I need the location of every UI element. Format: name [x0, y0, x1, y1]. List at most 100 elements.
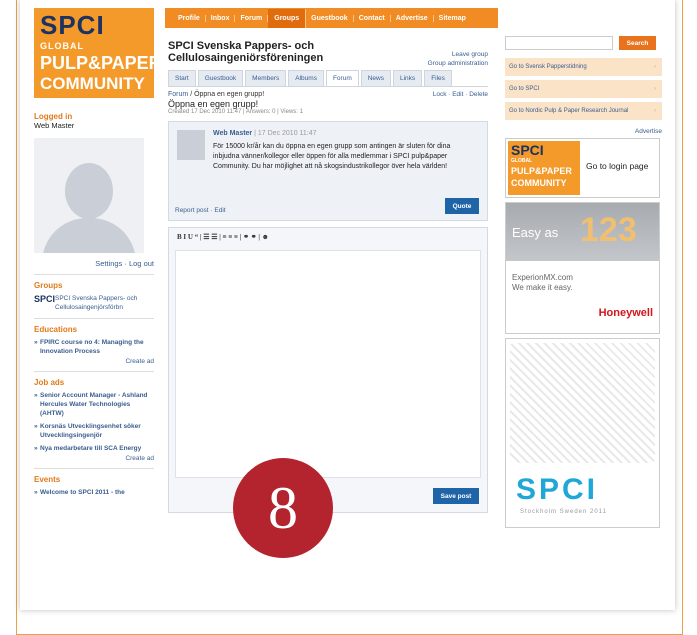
- nav-advertise[interactable]: Advertise: [391, 14, 434, 22]
- group-title: SPCI Svenska Pappers- och Cellulosaingen…: [168, 40, 324, 64]
- nav-forum[interactable]: Forum: [235, 14, 269, 22]
- breadcrumb-current: / Öppna en egen grupp!: [190, 91, 265, 98]
- tab-members[interactable]: Members: [245, 70, 287, 86]
- editor-toolbar[interactable]: B I U “ | ☰ ☰ | ≡ ≡ ≡ | ⚭ ⚭ | ☻: [169, 228, 487, 246]
- nav-sitemap[interactable]: Sitemap: [434, 15, 471, 22]
- divider: [34, 468, 154, 469]
- ad-url-line1: ExperionMX.com: [512, 273, 573, 282]
- ad-easy-as: Easy as: [512, 225, 559, 240]
- link-spci[interactable]: Go to SPCI: [505, 80, 662, 98]
- user-name: Web Master: [34, 121, 75, 130]
- report-edit-links[interactable]: Report post · Edit: [175, 207, 226, 214]
- left-column: SPCI GLOBAL PULP&PAPER COMMUNITY Logged …: [34, 8, 162, 497]
- right-sidebar: Search Go to Svensk Papperstidning Go to…: [505, 36, 662, 528]
- number-badge: 8: [233, 458, 333, 558]
- groups-heading: Groups: [34, 281, 63, 290]
- ad-logo-community: COMMUNITY: [511, 178, 567, 188]
- post-date: | 17 Dec 2010 11:47: [254, 130, 317, 137]
- nav-inbox[interactable]: Inbox: [206, 14, 236, 22]
- divider: [34, 274, 154, 275]
- avatar-body: [42, 218, 136, 253]
- tab-start[interactable]: Start: [168, 70, 196, 86]
- top-nav: Profile Inbox Forum Groups Guestbook Con…: [165, 8, 498, 28]
- event-item[interactable]: Welcome to SPCI 2011 - the: [34, 488, 154, 497]
- post-author: Web Master | 17 Dec 2010 11:47: [213, 130, 317, 137]
- ad-login-text: Go to login page: [586, 161, 649, 171]
- tab-guestbook[interactable]: Guestbook: [197, 70, 244, 86]
- ad-123: 123: [580, 211, 637, 249]
- account-links: Settings · Log out: [95, 259, 154, 268]
- ad-url-line2: We make it easy.: [512, 283, 573, 292]
- post-body: För 15000 kr/år kan du öppna en egen gru…: [213, 143, 451, 170]
- tab-links[interactable]: Links: [393, 70, 423, 86]
- logged-in-heading: Logged in: [34, 112, 73, 121]
- tab-forum[interactable]: Forum: [325, 70, 359, 86]
- breadcrumb: Forum / Öppna en egen grupp! Lock · Edit…: [168, 91, 488, 98]
- ad-spci-logo: SPCI GLOBAL PULP&PAPER COMMUNITY: [508, 141, 580, 195]
- group-admin-link[interactable]: Group administration: [428, 59, 488, 68]
- logo-global: GLOBAL: [40, 41, 84, 51]
- job-item[interactable]: Senior Account Manager - Ashland Hercule…: [34, 391, 154, 418]
- save-post-button[interactable]: Save post: [433, 488, 479, 504]
- education-item[interactable]: FPIRC course no 4: Managing the Innovati…: [34, 338, 154, 356]
- job-item[interactable]: Korsnäs Utvecklingsenhet söker Utvecklin…: [34, 422, 154, 440]
- ad-honeywell-brand: Honeywell: [598, 307, 653, 319]
- create-ad-link[interactable]: Create ad: [34, 455, 154, 462]
- ad-illustration: [510, 343, 655, 463]
- tab-albums[interactable]: Albums: [288, 70, 324, 86]
- create-ad-link[interactable]: Create ad: [34, 358, 154, 365]
- ad-spci-brand: SPCI: [516, 473, 599, 506]
- thread-meta: Created 17 Dec 2010 11:47 | Answers: 0 |…: [168, 109, 303, 115]
- search-button[interactable]: Search: [619, 36, 656, 50]
- ad-logo-pulp-paper: PULP&PAPER: [511, 166, 572, 176]
- author-name[interactable]: Web Master: [213, 130, 252, 137]
- advertise-link[interactable]: Advertise: [505, 128, 662, 135]
- link-nordic-journal[interactable]: Go to Nordic Pulp & Paper Research Journ…: [505, 102, 662, 120]
- nav-contact[interactable]: Contact: [354, 14, 391, 22]
- main-content: SPCI Svenska Pappers- och Cellulosaingen…: [168, 40, 488, 513]
- avatar-head: [65, 163, 113, 219]
- events-heading: Events: [34, 475, 61, 484]
- nav-groups[interactable]: Groups: [268, 8, 307, 28]
- ad-honeywell[interactable]: Easy as 123 ExperionMX.com We make it ea…: [505, 202, 660, 334]
- ad-location: Stockholm Sweden 2011: [520, 509, 607, 515]
- educations-heading: Educations: [34, 325, 78, 334]
- group-logo: SPCI: [34, 294, 56, 304]
- breadcrumb-forum[interactable]: Forum: [168, 91, 188, 98]
- quote-button[interactable]: Quote: [445, 198, 479, 214]
- ad-spci-2011[interactable]: SPCI Stockholm Sweden 2011: [505, 338, 660, 528]
- avatar: [34, 138, 144, 253]
- nav-guestbook[interactable]: Guestbook: [306, 14, 354, 22]
- reply-textarea[interactable]: [175, 250, 481, 478]
- link-svensk-papperstidning[interactable]: Go to Svensk Papperstidning: [505, 58, 662, 76]
- group-name: SPCI Svenska Pappers- och Cellulosaingen…: [55, 295, 138, 311]
- thread-actions[interactable]: Lock · Edit · Delete: [433, 91, 488, 98]
- ad-url: ExperionMX.com We make it easy.: [512, 273, 573, 293]
- leave-group-link[interactable]: Leave group: [428, 50, 488, 59]
- forum-post: Web Master | 17 Dec 2010 11:47 För 15000…: [168, 121, 488, 221]
- ad-login-banner[interactable]: SPCI GLOBAL PULP&PAPER COMMUNITY Go to l…: [505, 138, 660, 198]
- divider: [34, 318, 154, 319]
- ad-logo-global: GLOBAL: [511, 158, 533, 164]
- logo-pulp-paper: PULP&PAPER: [40, 53, 162, 73]
- tab-news[interactable]: News: [360, 70, 391, 86]
- divider: [34, 371, 154, 372]
- spci-logo[interactable]: SPCI GLOBAL PULP&PAPER COMMUNITY: [34, 8, 162, 98]
- tab-files[interactable]: Files: [424, 70, 452, 86]
- logo-spci: SPCI: [40, 10, 105, 40]
- nav-profile[interactable]: Profile: [173, 14, 206, 22]
- thread-title: Öppna en egen grupp!: [168, 99, 259, 109]
- logo-community: COMMUNITY: [40, 74, 145, 93]
- reply-editor: B I U “ | ☰ ☰ | ≡ ≡ ≡ | ⚭ ⚭ | ☻ Save pos…: [168, 227, 488, 513]
- settings-link[interactable]: Settings: [95, 259, 122, 268]
- search-row: Search: [505, 36, 662, 50]
- ad-logo-spci: SPCI: [511, 142, 544, 158]
- group-item[interactable]: SPCI SPCI Svenska Pappers- och Cellulosa…: [34, 294, 154, 312]
- logout-link[interactable]: Log out: [129, 259, 154, 268]
- group-actions: Leave group Group administration: [428, 50, 488, 68]
- post-avatar: [177, 130, 205, 160]
- job-ads-heading: Job ads: [34, 378, 65, 387]
- job-item[interactable]: Nya medarbetare till SCA Energy: [34, 444, 154, 453]
- group-tabs: Start Guestbook Members Albums Forum New…: [168, 70, 488, 87]
- search-input[interactable]: [505, 36, 613, 50]
